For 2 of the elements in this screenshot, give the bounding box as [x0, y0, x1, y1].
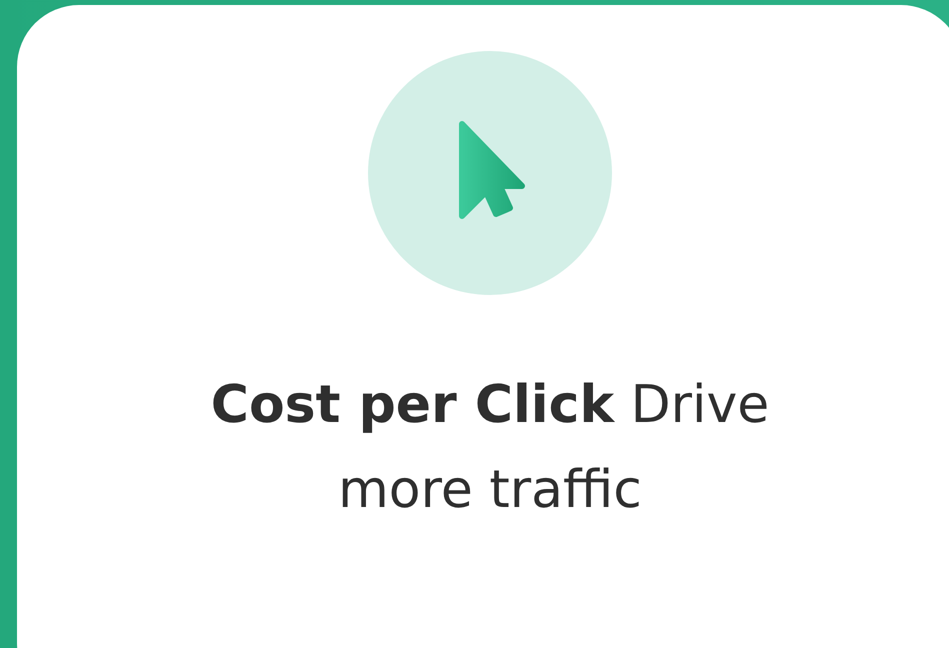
cursor-icon	[458, 120, 526, 220]
headline: Cost per Click Drive more traffic	[210, 374, 770, 522]
